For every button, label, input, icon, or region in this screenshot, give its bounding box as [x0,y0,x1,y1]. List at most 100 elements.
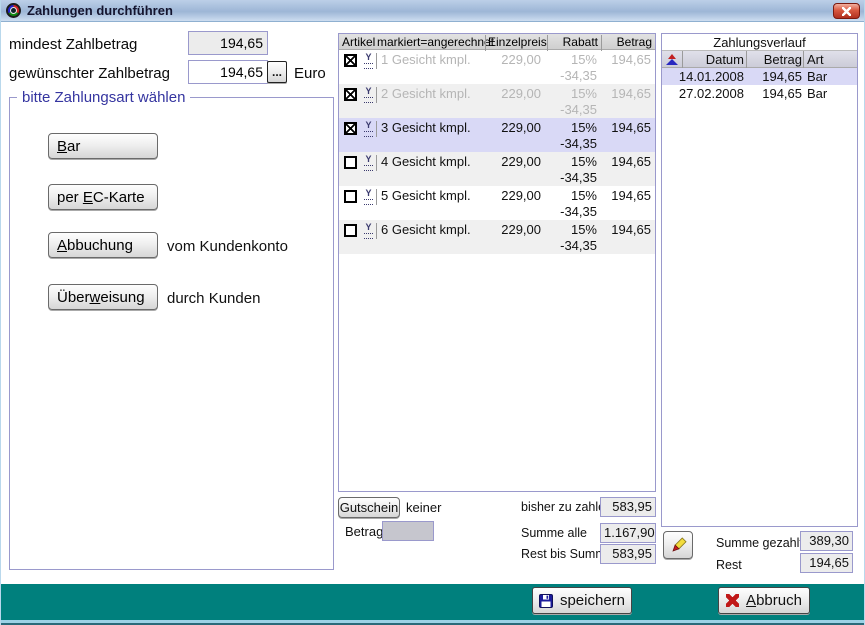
transfer-note: durch Kunden [167,290,260,307]
article-price: 229,00 [481,222,541,237]
total-rest-label: Rest bis Summe [521,547,613,561]
payment-method-group-title: bitte Zahlungsart wählen [17,89,190,106]
history-header-betrag[interactable]: Betrag [746,52,802,67]
allocation-icon[interactable] [363,87,377,103]
row-checkbox[interactable] [344,88,357,101]
payment-dialog-window: Zahlungen durchführen mindest Zahlbetrag… [0,0,865,625]
voucher-status: keiner [406,500,441,515]
article-discount-abs: -34,35 [537,136,597,151]
article-price: 229,00 [481,52,541,67]
article-price: 229,00 [481,120,541,135]
history-art: Bar [807,86,827,101]
article-discount-abs: -34,35 [537,68,597,83]
article-discount-abs: -34,35 [537,170,597,185]
article-price: 229,00 [481,154,541,169]
pencil-icon [670,537,687,554]
article-discount-pct: 15% [547,86,597,101]
history-row[interactable]: 27.02.2008 194,65 Bar [662,85,857,102]
payment-history-panel: Zahlungsverlauf Datum Betrag Art 14.01.2… [661,33,858,527]
header-artikel[interactable]: Artikel [342,35,375,49]
cancel-label: Abbruch [746,592,802,609]
article-amount: 194,65 [599,120,651,135]
history-header-art[interactable]: Art [807,52,824,67]
allocation-icon[interactable] [363,121,377,137]
save-button[interactable]: speichern [532,587,632,614]
title-bar: Zahlungen durchführen [1,0,865,22]
allocation-icon[interactable] [363,155,377,171]
history-header-datum[interactable]: Datum [672,52,744,67]
window-title: Zahlungen durchführen [27,3,173,18]
total-due-label: bisher zu zahlen [521,500,612,514]
pay-ec-card-button[interactable]: per EC-Karte [48,184,158,210]
min-amount-label: mindest Zahlbetrag [9,36,137,53]
sum-paid-label: Summe gezahlt [716,536,803,550]
history-row[interactable]: 14.01.2008 194,65 Bar [662,68,857,85]
article-discount-pct: 15% [547,188,597,203]
debit-note: vom Kundenkonto [167,238,288,255]
article-amount: 194,65 [599,154,651,169]
voucher-amount-label: Betrag [345,524,383,539]
payment-method-group [9,97,334,570]
rest-field: 194,65 [800,553,853,573]
row-checkbox[interactable] [344,122,357,135]
article-amount: 194,65 [599,188,651,203]
article-discount-pct: 15% [547,222,597,237]
row-checkbox[interactable] [344,54,357,67]
app-icon [6,3,21,18]
total-rest-field: 583,95 [600,544,656,564]
history-art: Bar [807,69,827,84]
row-checkbox[interactable] [344,190,357,203]
article-discount-pct: 15% [547,52,597,67]
rest-label: Rest [716,558,742,572]
header-rabatt[interactable]: Rabatt [549,35,598,49]
total-all-label: Summe alle [521,526,587,540]
row-checkbox[interactable] [344,224,357,237]
pay-debit-button[interactable]: Abbuchung [48,232,158,258]
article-row[interactable]: 4 Gesicht kmpl. 229,00 15% -34,35 194,65 [339,152,655,186]
article-name: 5 Gesicht kmpl. [381,188,471,203]
currency-label: Euro [294,65,326,82]
article-name: 4 Gesicht kmpl. [381,154,471,169]
article-discount-abs: -34,35 [537,102,597,117]
allocation-icon[interactable] [363,189,377,205]
history-betrag: 194,65 [746,86,802,101]
cancel-x-icon [726,594,739,607]
desired-amount-label: gewünschter Zahlbetrag [9,65,170,82]
desired-amount-field[interactable] [188,60,268,84]
header-markiert[interactable]: markiert=angerechnet [377,35,494,49]
save-icon [539,594,553,608]
sum-paid-field: 389,30 [800,531,853,551]
article-price: 229,00 [481,86,541,101]
total-all-field: 1.167,90 [600,523,656,543]
header-betrag[interactable]: Betrag [603,35,652,49]
cancel-button[interactable]: Abbruch [718,587,810,614]
article-row-selected[interactable]: 3 Gesicht kmpl. 229,00 15% -34,35 194,65 [339,118,655,152]
article-row[interactable]: 2 Gesicht kmpl. 229,00 15% -34,35 194,65 [339,84,655,118]
pay-transfer-button[interactable]: Überweisung [48,284,158,310]
pay-cash-button[interactable]: Bar [48,133,158,159]
article-discount-abs: -34,35 [537,238,597,253]
close-button[interactable] [833,3,860,19]
article-amount: 194,65 [599,86,651,101]
row-checkbox[interactable] [344,156,357,169]
min-amount-field [188,31,268,55]
save-label: speichern [560,592,625,609]
article-name: 6 Gesicht kmpl. [381,222,471,237]
article-name: 1 Gesicht kmpl. [381,52,471,67]
header-einzelpreis[interactable]: Einzelpreis [488,35,544,49]
allocation-icon[interactable] [363,53,377,69]
article-row[interactable]: 5 Gesicht kmpl. 229,00 15% -34,35 194,65 [339,186,655,220]
close-icon [842,7,851,16]
voucher-button[interactable]: Gutschein [338,497,400,518]
article-row[interactable]: 6 Gesicht kmpl. 229,00 15% -34,35 194,65 [339,220,655,254]
article-discount-pct: 15% [547,120,597,135]
article-row[interactable]: 1 Gesicht kmpl. 229,00 15% -34,35 194,65 [339,50,655,84]
article-discount-abs: -34,35 [537,204,597,219]
edit-payment-button[interactable] [663,531,693,559]
ellipsis-button[interactable]: ... [267,61,287,83]
article-price: 229,00 [481,188,541,203]
history-header: Datum Betrag Art [662,51,857,68]
history-title: Zahlungsverlauf [662,34,857,51]
allocation-icon[interactable] [363,223,377,239]
article-amount: 194,65 [599,222,651,237]
